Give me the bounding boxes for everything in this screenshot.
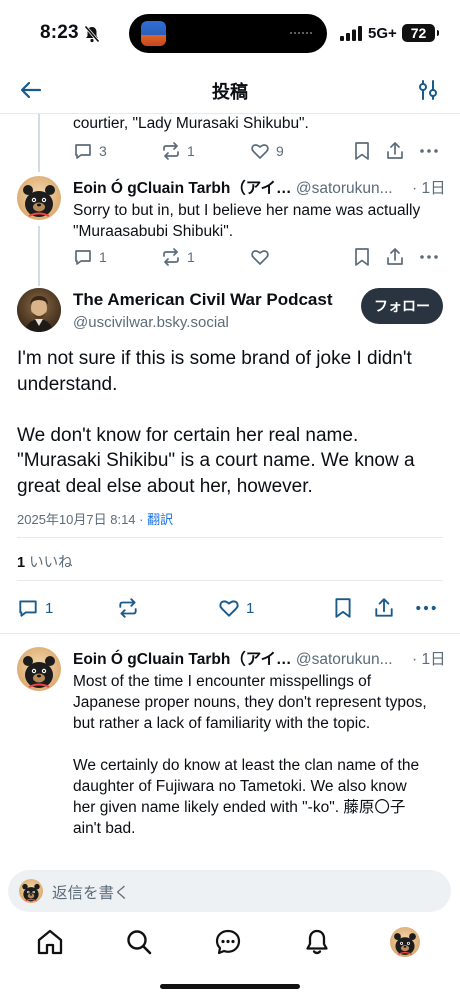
prev-post-actions: 3 1 9 <box>73 139 441 163</box>
main-post-body: I'm not sure if this is some brand of jo… <box>17 348 415 497</box>
heart-icon <box>251 144 269 159</box>
reply1-text: Sorry to but in, but I believe her name … <box>73 202 421 240</box>
avatar[interactable] <box>17 176 61 220</box>
network-type: 5G+ <box>368 25 397 42</box>
prev-post-text: courtier, "Lady Murasaki Shikubu". <box>73 115 309 132</box>
reply-button[interactable]: 1 <box>73 245 107 269</box>
post-header: 投稿 <box>0 66 460 114</box>
reply-icon <box>75 250 91 265</box>
share-button[interactable] <box>385 139 405 163</box>
share-icon <box>387 248 403 265</box>
bookmark-icon <box>335 598 351 618</box>
repost-button[interactable] <box>117 596 139 620</box>
bookmark-icon <box>355 248 369 266</box>
thread-settings-icon[interactable] <box>418 77 440 103</box>
search-icon[interactable] <box>124 927 154 957</box>
more-options-button[interactable] <box>419 139 439 163</box>
reply-button[interactable]: 1 <box>17 596 53 620</box>
follow-button[interactable]: フォロー <box>361 288 443 324</box>
reply1-header: Eoin Ó gCluain Tarbh（アイ… @satorukun... <box>73 176 393 198</box>
page-title: 投稿 <box>212 82 248 102</box>
author-name[interactable]: Eoin Ó gCluain Tarbh（アイ… <box>73 651 292 668</box>
reply-button[interactable]: 3 <box>73 139 107 163</box>
status-time: 8:23 <box>40 22 79 43</box>
meta-separator: · <box>139 512 148 527</box>
thread-connector-line <box>38 114 40 172</box>
reply-count: 3 <box>99 143 107 159</box>
repost-count: 1 <box>187 249 195 265</box>
cellular-signal-icon <box>340 26 362 41</box>
status-bar: 8:23 5G+ 72 <box>0 0 460 66</box>
bottom-tab-bar <box>0 917 460 977</box>
share-icon <box>387 142 403 159</box>
like-button[interactable]: 1 <box>218 596 254 620</box>
repost-icon <box>163 248 179 266</box>
main-post-actions: 1 1 <box>17 596 443 620</box>
battery-indicator: 72 <box>402 24 439 42</box>
more-icon <box>420 255 438 259</box>
profile-avatar[interactable] <box>390 927 420 957</box>
author-name[interactable]: Eoin Ó gCluain Tarbh（アイ… <box>73 180 292 197</box>
repost-icon <box>119 598 137 618</box>
avatar <box>19 879 43 903</box>
repost-icon <box>163 142 179 160</box>
likes-summary[interactable]: 1 いいね <box>17 551 73 572</box>
repost-count: 1 <box>187 143 195 159</box>
avatar[interactable] <box>17 288 61 332</box>
heart-icon <box>251 250 269 265</box>
reply-count: 1 <box>45 599 54 617</box>
thread-connector-line <box>38 226 40 286</box>
reply2-text: Most of the time I encounter misspelling… <box>73 673 427 837</box>
divider <box>17 580 443 581</box>
home-indicator <box>160 984 300 989</box>
repost-button[interactable]: 1 <box>161 139 195 163</box>
more-icon <box>416 605 436 611</box>
post-metadata: 2025年10月7日 8:14 · 翻訳 <box>17 509 173 528</box>
post-time: · 1日 <box>412 651 446 668</box>
more-options-button[interactable] <box>419 245 439 269</box>
bookmark-button[interactable] <box>353 139 371 163</box>
post-time: · 1日 <box>412 180 446 197</box>
notifications-icon[interactable] <box>302 927 332 957</box>
reply1-actions: 1 1 <box>73 245 441 269</box>
more-icon <box>420 149 438 153</box>
like-count: 9 <box>276 143 284 159</box>
bookmark-button[interactable] <box>353 245 371 269</box>
divider <box>17 537 443 538</box>
avatar[interactable] <box>17 647 61 691</box>
reply-count: 1 <box>99 249 107 265</box>
author-handle[interactable]: @satorukun... <box>296 651 393 668</box>
translate-link[interactable]: 翻訳 <box>147 512 173 527</box>
likes-label: いいね <box>29 555 73 571</box>
reply-composer[interactable]: 返信を書く <box>8 870 451 912</box>
share-button[interactable] <box>373 596 395 620</box>
main-author-handle[interactable]: @uscivilwar.bsky.social <box>73 314 229 331</box>
post-timestamp: 2025年10月7日 8:14 <box>17 512 136 527</box>
home-icon[interactable] <box>35 927 65 957</box>
likes-count: 1 <box>17 555 26 571</box>
author-handle[interactable]: @satorukun... <box>296 180 393 197</box>
more-options-button[interactable] <box>415 596 437 620</box>
heart-icon <box>219 600 239 617</box>
bookmark-button[interactable] <box>333 596 353 620</box>
chat-icon[interactable] <box>213 927 243 957</box>
like-button[interactable]: 9 <box>250 139 284 163</box>
reply2-header: Eoin Ó gCluain Tarbh（アイ… @satorukun... <box>73 647 393 669</box>
reply-icon <box>19 600 37 617</box>
bell-off-icon <box>84 25 100 43</box>
activity-dots-icon <box>289 31 313 35</box>
bookmark-icon <box>355 142 369 160</box>
share-button[interactable] <box>385 245 405 269</box>
reply-icon <box>75 144 91 159</box>
repost-button[interactable]: 1 <box>161 245 195 269</box>
share-icon <box>375 598 393 617</box>
main-author-name[interactable]: The American Civil War Podcast <box>73 290 332 310</box>
divider <box>0 633 460 634</box>
like-count: 1 <box>246 599 255 617</box>
like-button[interactable] <box>250 245 270 269</box>
app-activity-icon <box>141 21 166 46</box>
reply-placeholder: 返信を書く <box>52 885 130 902</box>
dynamic-island <box>129 14 327 53</box>
